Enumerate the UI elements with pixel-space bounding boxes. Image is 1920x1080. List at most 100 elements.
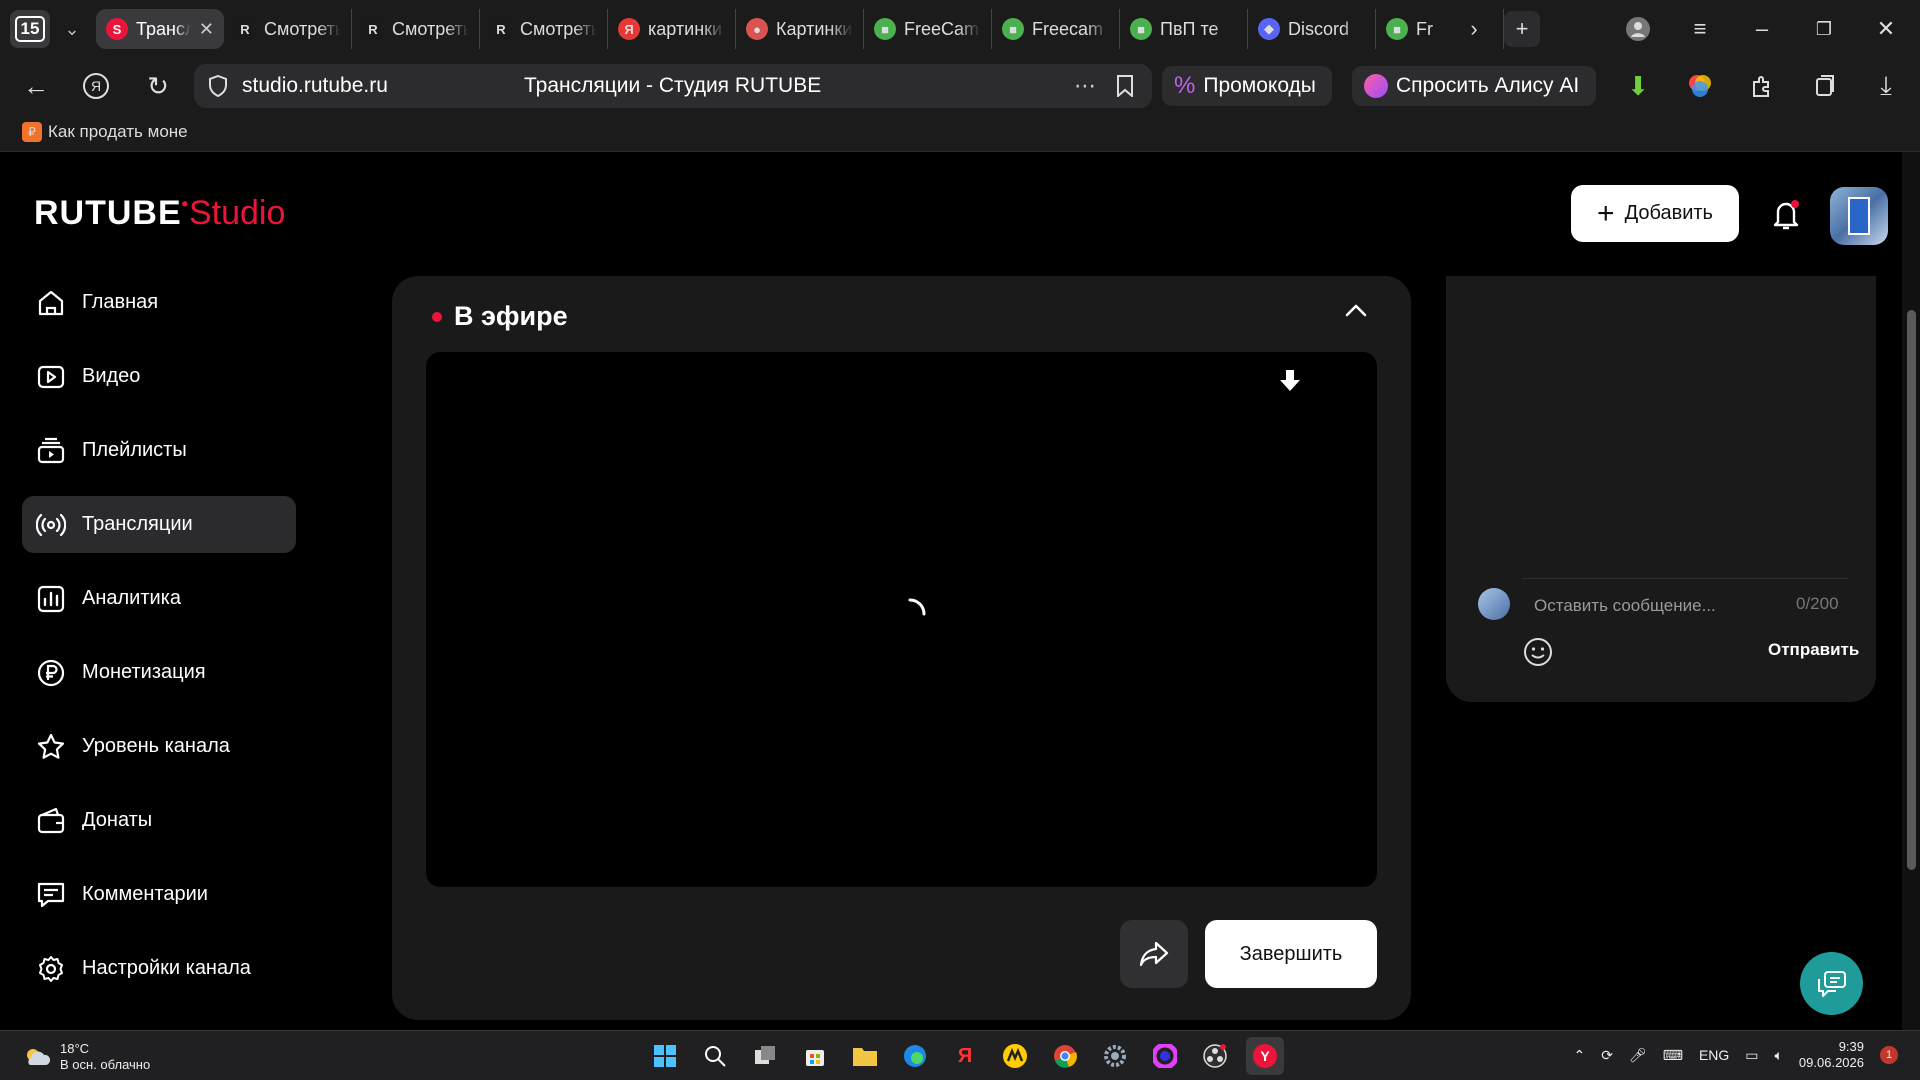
download-manager-icon[interactable]: ⬇ bbox=[1618, 66, 1658, 106]
emoji-icon[interactable] bbox=[1522, 636, 1554, 668]
share-icon bbox=[1139, 941, 1169, 967]
url-field[interactable]: studio.rutube.ru Трансляции - Студия RUT… bbox=[194, 64, 1152, 108]
sidebar-item[interactable]: Аналитика bbox=[22, 570, 296, 627]
chevron-right-icon[interactable]: › bbox=[1456, 0, 1492, 58]
sidebar-item[interactable]: Главная bbox=[22, 274, 296, 331]
finish-button[interactable]: Завершить bbox=[1205, 920, 1377, 988]
menu-icon[interactable]: ≡ bbox=[1682, 0, 1718, 58]
downloads-icon[interactable]: ⤓ bbox=[1866, 66, 1906, 106]
tab-count-button[interactable]: 15 bbox=[10, 10, 50, 48]
video-player[interactable] bbox=[426, 352, 1377, 887]
more-icon[interactable]: ⋯ bbox=[1074, 73, 1096, 99]
close-tab-icon[interactable]: ✕ bbox=[199, 19, 214, 40]
yandex-icon[interactable]: Я bbox=[76, 66, 116, 106]
new-tab-icon[interactable]: + bbox=[1504, 11, 1540, 47]
system-tray: ⌃ ⟳ 🎤︎ ⌨ ENG ▭ 🔈︎ 9:39 09.06.2026 1 bbox=[1573, 1039, 1898, 1071]
browser-tab[interactable]: S Трансляции ✕ bbox=[96, 9, 224, 49]
tab-title: Смотреть bbox=[520, 18, 597, 39]
yandex-app-icon[interactable]: Я bbox=[946, 1037, 984, 1075]
support-chat-button[interactable] bbox=[1800, 952, 1863, 1015]
rutube-studio-logo[interactable]: RUTUBE•Studio bbox=[34, 194, 285, 233]
chat-avatar bbox=[1478, 588, 1510, 620]
language-indicator[interactable]: ENG bbox=[1699, 1047, 1729, 1063]
page-title-text: Трансляции - Студия RUTUBE bbox=[524, 74, 822, 97]
back-icon[interactable]: ← bbox=[16, 66, 56, 106]
sidebar-item-label: Монетизация bbox=[82, 661, 206, 683]
browser-tab[interactable]: ● Картинки bbox=[736, 9, 864, 49]
live-card: В эфире Завершить bbox=[392, 276, 1411, 1020]
sync-icon[interactable]: ⟳ bbox=[1601, 1047, 1613, 1064]
add-button[interactable]: + Добавить bbox=[1571, 185, 1739, 242]
chrome-icon[interactable] bbox=[1046, 1037, 1084, 1075]
keyboard-icon[interactable]: ⌨ bbox=[1663, 1047, 1683, 1064]
sidebar-item[interactable]: Уровень канала bbox=[22, 718, 296, 775]
yandex-browser-icon[interactable]: Y bbox=[1246, 1037, 1284, 1075]
loading-spinner-icon bbox=[908, 598, 926, 616]
sidebar-item[interactable]: Донаты bbox=[22, 792, 296, 849]
chevron-up-icon[interactable] bbox=[1338, 292, 1374, 328]
browser-tab[interactable]: ◆ Discord bbox=[1248, 9, 1376, 49]
download-arrow-icon[interactable] bbox=[1278, 368, 1302, 394]
browser-tab[interactable]: ■ ПвП те bbox=[1120, 9, 1248, 49]
windows-start-icon[interactable] bbox=[646, 1037, 684, 1075]
store-icon[interactable] bbox=[796, 1037, 834, 1075]
sidebar-item-label: Видео bbox=[82, 365, 141, 387]
share-button[interactable] bbox=[1120, 920, 1188, 988]
sidebar-item[interactable]: Комментарии bbox=[22, 866, 296, 923]
chat-input[interactable]: Оставить сообщение... bbox=[1534, 596, 1716, 616]
comment-icon bbox=[37, 882, 65, 907]
sidebar-item[interactable]: Видео bbox=[22, 348, 296, 405]
clock[interactable]: 9:39 09.06.2026 bbox=[1799, 1039, 1864, 1071]
scrollbar-thumb[interactable] bbox=[1907, 310, 1916, 870]
sidebar-item[interactable]: Плейлисты bbox=[22, 422, 296, 479]
windows-taskbar: 18°C В осн. облачно Я Y ⌃ ⟳ 🎤︎ ⌨ ENG ▭ 🔈… bbox=[0, 1030, 1920, 1080]
tab-favicon-icon: ◆ bbox=[1258, 18, 1280, 40]
notification-badge[interactable]: 1 bbox=[1880, 1046, 1898, 1064]
tab-favicon-icon: R bbox=[234, 18, 256, 40]
sidebar-item[interactable]: Трансляции bbox=[22, 496, 296, 553]
bookmark-item[interactable]: ₽ Как продать моне bbox=[22, 122, 188, 142]
colors-extension-icon[interactable] bbox=[1680, 66, 1720, 106]
volume-icon[interactable]: 🔈︎ bbox=[1775, 1047, 1783, 1064]
browser-tab[interactable]: Якартинки bbox=[608, 9, 736, 49]
alice-button[interactable]: Спросить Алису AI bbox=[1352, 66, 1596, 106]
sidebar-item[interactable]: Настройки канала bbox=[22, 940, 296, 997]
edge-icon[interactable] bbox=[896, 1037, 934, 1075]
browser-tab[interactable]: R Смотреть bbox=[480, 9, 608, 49]
reload-icon[interactable]: ↻ bbox=[138, 66, 178, 106]
page-scrollbar[interactable] bbox=[1902, 152, 1920, 1030]
profile-icon[interactable] bbox=[1620, 0, 1656, 58]
gear-icon bbox=[39, 955, 63, 982]
avatar[interactable] bbox=[1830, 187, 1888, 245]
chevron-down-icon[interactable]: ⌄ bbox=[54, 10, 90, 48]
minimize-icon[interactable]: – bbox=[1744, 0, 1780, 58]
bookmark-icon[interactable] bbox=[1116, 75, 1134, 97]
extensions-icon[interactable] bbox=[1742, 66, 1782, 106]
browser-tab[interactable]: R Смотреть bbox=[224, 9, 352, 49]
microphone-icon[interactable]: 🎤︎ bbox=[1629, 1047, 1647, 1064]
yandex-market-icon[interactable] bbox=[996, 1037, 1034, 1075]
browser-tab[interactable]: ■ FreeCam bbox=[864, 9, 992, 49]
network-icon[interactable]: ▭ bbox=[1745, 1047, 1758, 1064]
tab-title: FreeCam bbox=[904, 18, 980, 39]
tray-chevron-up-icon[interactable]: ⌃ bbox=[1573, 1047, 1585, 1064]
send-button[interactable]: Отправить bbox=[1768, 640, 1859, 660]
logo-studio: Studio bbox=[188, 194, 286, 232]
settings-gear-icon[interactable] bbox=[1096, 1037, 1134, 1075]
file-explorer-icon[interactable] bbox=[846, 1037, 884, 1075]
bell-icon[interactable] bbox=[1766, 194, 1806, 234]
browser-tab[interactable]: R Смотреть bbox=[352, 9, 480, 49]
task-view-icon[interactable] bbox=[746, 1037, 784, 1075]
browser-tab-bar: 15 ⌄ S Трансляции ✕ R Смотреть R Смотреть R Смот… bbox=[0, 0, 1920, 58]
collections-icon[interactable] bbox=[1806, 66, 1846, 106]
close-window-icon[interactable]: ✕ bbox=[1868, 0, 1904, 58]
tab-title: Трансляции bbox=[136, 18, 191, 39]
search-icon[interactable] bbox=[696, 1037, 734, 1075]
weather-widget[interactable]: 18°C В осн. облачно bbox=[22, 1041, 150, 1073]
browser-tab[interactable]: ■ Freecam bbox=[992, 9, 1120, 49]
sidebar-item[interactable]: Монетизация bbox=[22, 644, 296, 701]
obs-icon[interactable] bbox=[1196, 1037, 1234, 1075]
restore-icon[interactable]: ❐ bbox=[1806, 0, 1842, 58]
color-picker-icon[interactable] bbox=[1146, 1037, 1184, 1075]
promo-button[interactable]: % Промокоды bbox=[1162, 66, 1332, 106]
